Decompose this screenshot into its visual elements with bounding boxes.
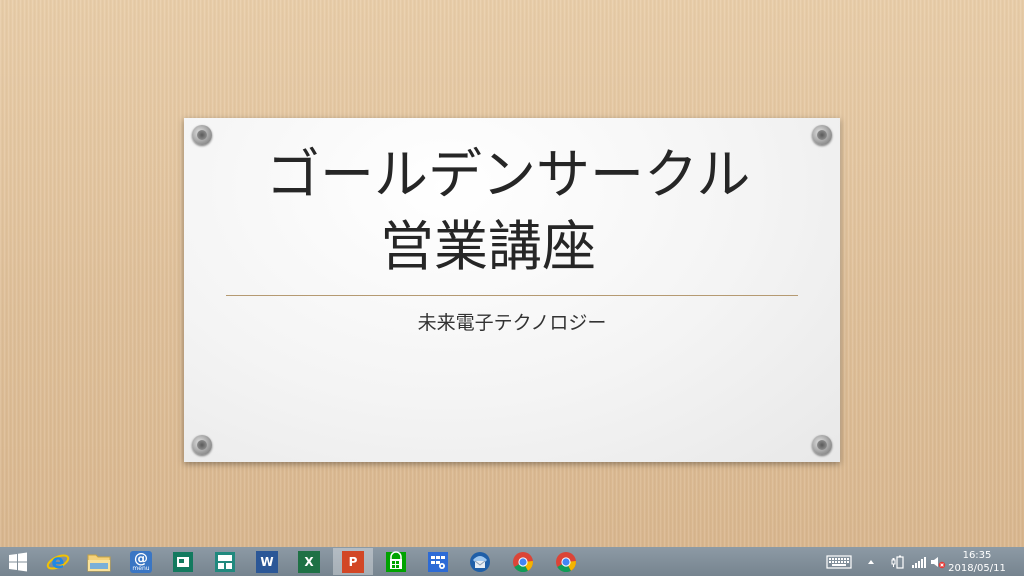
start-button[interactable] [0,548,38,575]
word-icon: W [256,550,278,573]
taskbar-app-chrome-alt[interactable] [546,548,586,575]
power-status[interactable] [891,547,905,576]
title-divider [226,295,798,296]
taskbar-app-mail-menu[interactable]: @ menu [121,548,161,575]
clock-time: 16:35 [962,550,992,561]
excel-icon: X [298,550,320,573]
at-mail-icon: @ menu [130,550,152,573]
chrome-icon [556,551,576,572]
folder-icon [87,554,111,571]
slide-title-line1: ゴールデンサークル [266,143,751,206]
publisher-icon [173,551,193,572]
powerpoint-icon: P [342,550,364,573]
windows-logo-icon [9,552,27,571]
taskbar-app-excel[interactable]: X [289,548,329,575]
screw-icon [192,125,212,145]
svg-text:e: e [52,551,65,573]
clock-date: 2018/05/11 [948,563,1006,574]
keyboard-icon [826,554,852,569]
store-icon [386,550,406,572]
taskbar-app-control-panel[interactable] [418,548,458,575]
taskbar-app-file-explorer[interactable] [79,548,119,575]
thunderbird-icon [470,551,490,572]
internet-explorer-icon: e [46,551,70,573]
system-clock[interactable]: 16:35 2018/05/11 [942,549,1012,575]
slide-card: ゴールデンサークル 営業講座 未来電子テクノロジー [184,118,840,462]
show-hidden-icons-arrow [868,559,874,564]
screw-icon [812,125,832,145]
taskbar-app-thunderbird[interactable] [460,548,500,575]
tiles-icon [215,551,235,572]
taskbar-app-publisher[interactable] [163,548,203,575]
taskbar-app-tiles[interactable] [205,548,245,575]
show-hidden-icons-button[interactable] [866,547,876,576]
touch-keyboard-button[interactable] [826,547,852,576]
slide-subtitle: 未来電子テクノロジー [417,312,607,334]
slide-title-line2: 営業講座 [380,215,596,278]
screw-icon [812,435,832,455]
taskbar-app-chrome[interactable] [503,548,543,575]
screw-icon [192,435,212,455]
taskbar-app-powerpoint[interactable]: P [333,548,373,575]
network-status[interactable] [911,547,927,576]
taskbar-app-word[interactable]: W [247,548,287,575]
taskbar-app-internet-explorer[interactable]: e [38,548,78,575]
taskbar: e @ menu W X P 16:35 2018/05/11 [0,547,1024,576]
taskbar-app-store[interactable] [376,548,416,575]
control-panel-icon [428,551,448,572]
signal-bars-icon [912,556,926,568]
battery-plug-icon [891,555,904,569]
chrome-icon [513,551,533,572]
